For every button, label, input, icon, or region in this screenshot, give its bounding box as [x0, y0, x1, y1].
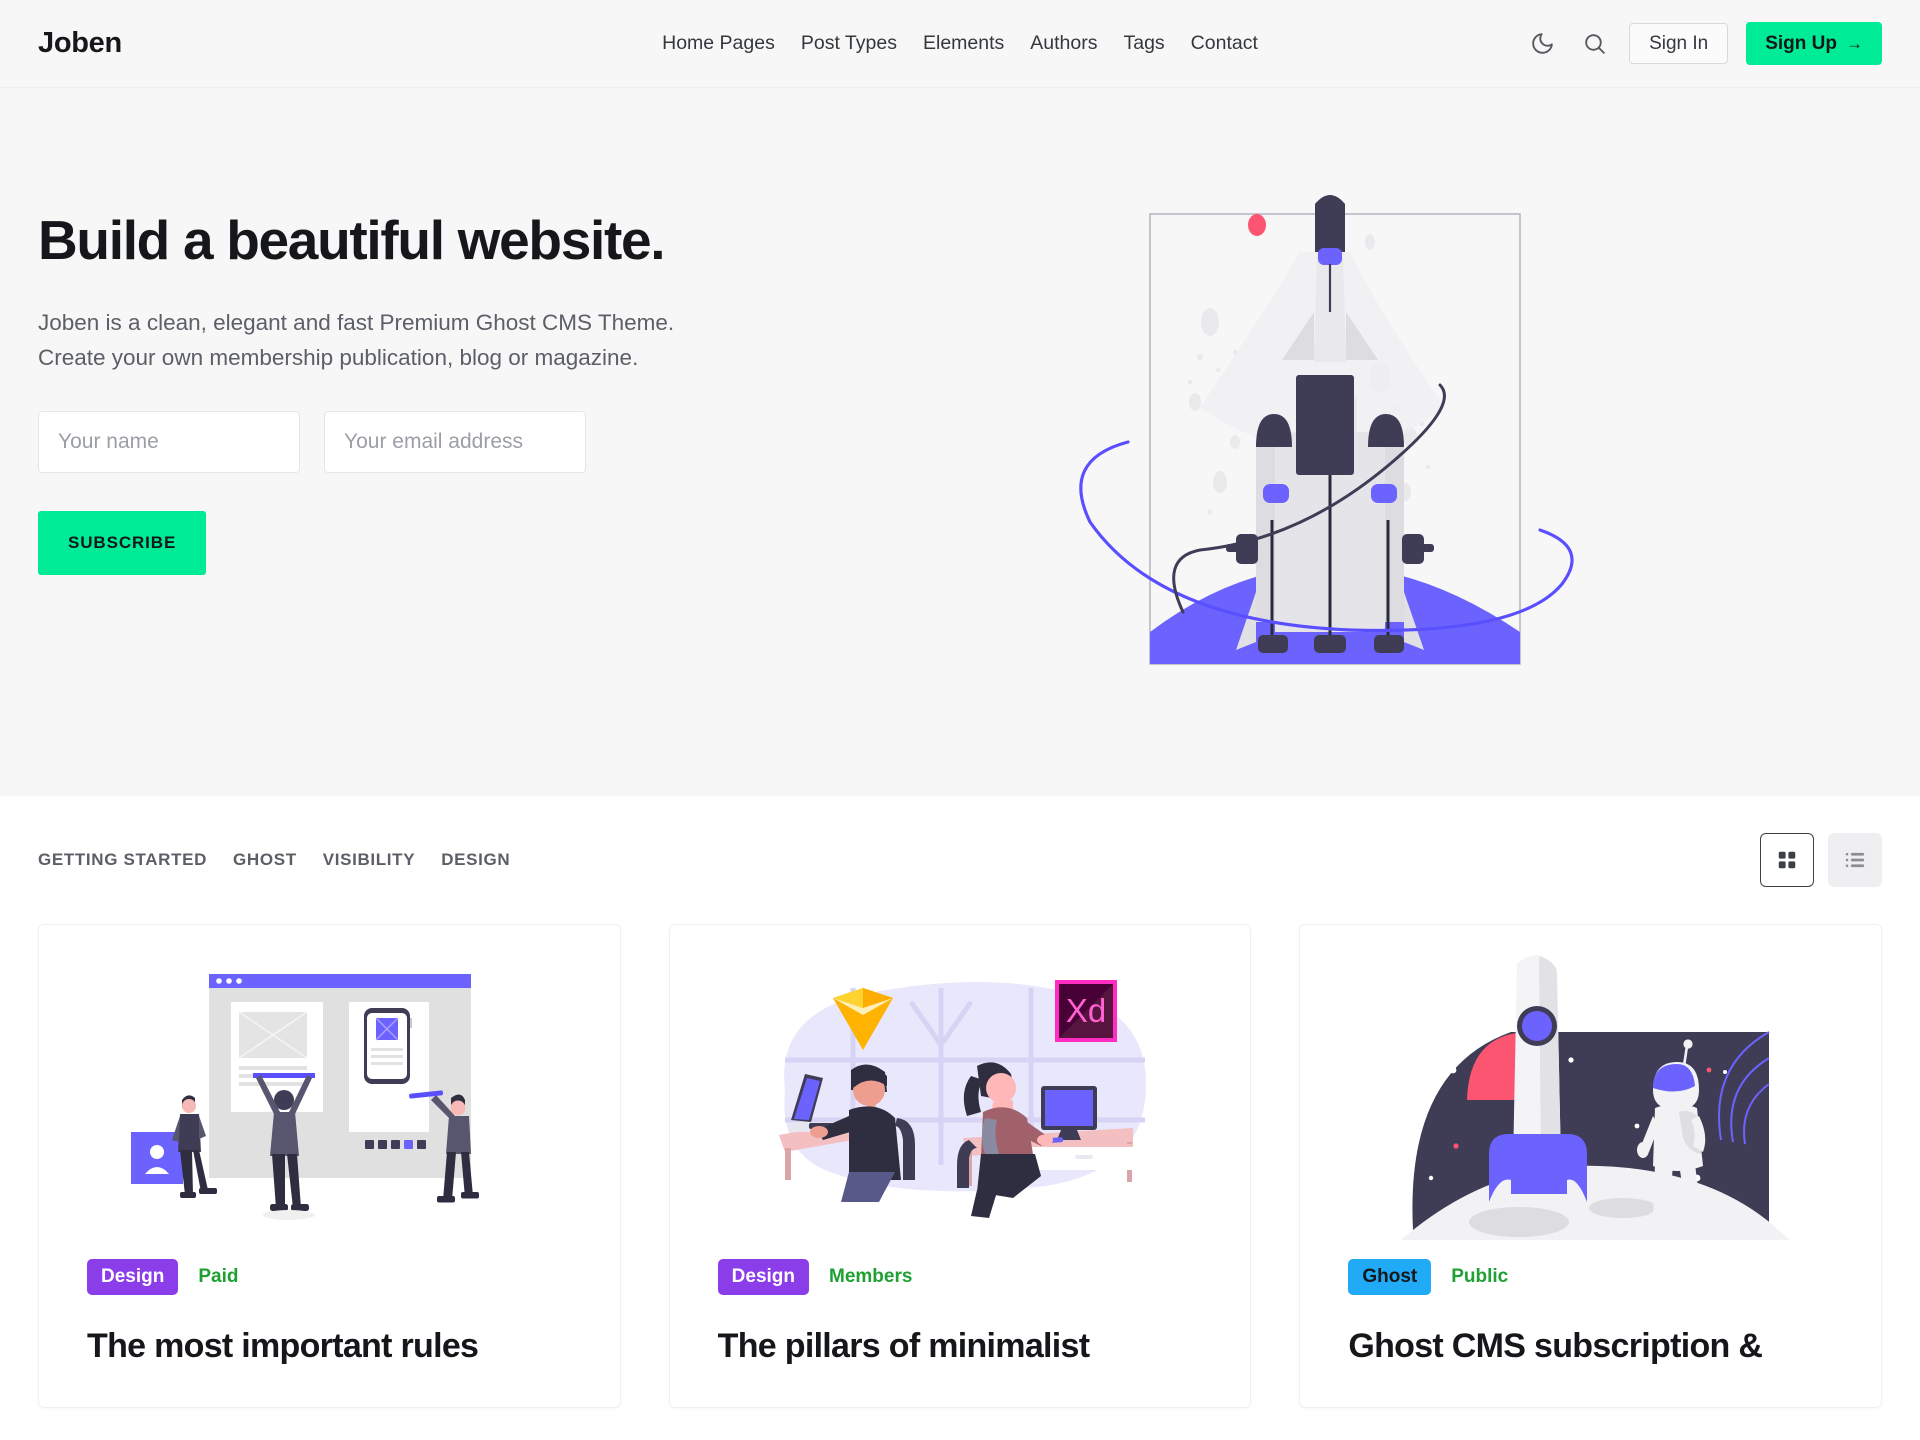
- filter-visibility[interactable]: VISIBILITY: [323, 850, 415, 870]
- site-header: Joben Home Pages Post Types Elements Aut…: [0, 0, 1920, 88]
- svg-text:Xd: Xd: [1066, 992, 1106, 1029]
- main-navigation: Home Pages Post Types Elements Authors T…: [662, 32, 1258, 55]
- site-logo[interactable]: Joben: [38, 27, 122, 60]
- dark-mode-toggle[interactable]: [1525, 27, 1559, 61]
- hero-title: Build a beautiful website.: [38, 209, 666, 272]
- sign-up-label: Sign Up: [1765, 33, 1837, 54]
- moon-icon: [1531, 33, 1553, 54]
- card-illustration: Xd: [669, 925, 1251, 1255]
- astronaut-on-moon-illustration: [1400, 955, 1789, 1240]
- subscribe-form: [38, 410, 738, 473]
- card-illustration: [1300, 925, 1881, 1255]
- card-title[interactable]: The most important rules: [87, 1325, 572, 1368]
- nav-item-post-types[interactable]: Post Types: [801, 32, 897, 55]
- card-visibility-label: Members: [829, 1265, 913, 1287]
- nav-item-tags[interactable]: Tags: [1123, 32, 1164, 55]
- posts-section: GETTING STARTED GHOST VISIBILITY DESIGN: [0, 796, 1920, 1409]
- header-actions: Sign In Sign Up →: [1525, 22, 1882, 65]
- designers-at-desk-illustration: Xd: [778, 980, 1146, 1218]
- hero-illustration: [778, 192, 1882, 692]
- card-tag-badge[interactable]: Ghost: [1348, 1259, 1432, 1295]
- filter-tag-list: GETTING STARTED GHOST VISIBILITY DESIGN: [38, 850, 510, 870]
- rocket-launch-illustration: [1079, 195, 1574, 665]
- hero-copy: Build a beautiful website. Joben is a cl…: [38, 209, 738, 675]
- card-body: Design Paid The most important rules: [39, 1255, 620, 1407]
- post-card[interactable]: Xd Design Members The pillars of minimal…: [668, 924, 1252, 1409]
- card-title[interactable]: The pillars of minimalist: [718, 1325, 1203, 1368]
- nav-item-home-pages[interactable]: Home Pages: [662, 32, 775, 55]
- card-visibility-label: Public: [1451, 1265, 1509, 1287]
- search-button[interactable]: [1577, 27, 1611, 61]
- filter-bar: GETTING STARTED GHOST VISIBILITY DESIGN: [38, 796, 1882, 924]
- sign-up-button[interactable]: Sign Up →: [1746, 22, 1882, 65]
- filter-ghost[interactable]: GHOST: [233, 850, 297, 870]
- nav-item-elements[interactable]: Elements: [923, 32, 1004, 55]
- filter-design[interactable]: DESIGN: [441, 850, 510, 870]
- grid-view-button[interactable]: [1760, 833, 1814, 887]
- sign-in-button[interactable]: Sign In: [1629, 23, 1729, 64]
- post-card-grid: Design Paid The most important rules Xd …: [38, 924, 1882, 1409]
- search-icon: [1584, 34, 1605, 54]
- filter-getting-started[interactable]: GETTING STARTED: [38, 850, 207, 870]
- hero-section: Build a beautiful website. Joben is a cl…: [0, 88, 1920, 796]
- card-body: Design Members The pillars of minimalist: [670, 1255, 1251, 1407]
- view-toggle-group: [1760, 833, 1882, 887]
- post-card[interactable]: Design Paid The most important rules: [38, 924, 621, 1409]
- list-view-icon: [1845, 852, 1865, 868]
- card-tag-row: Ghost Public: [1348, 1259, 1833, 1295]
- arrow-right-icon: →: [1846, 34, 1863, 53]
- subscribe-button[interactable]: SUBSCRIBE: [38, 510, 207, 575]
- post-card[interactable]: Ghost Public Ghost CMS subscription &: [1299, 924, 1882, 1409]
- grid-view-icon: [1778, 851, 1796, 869]
- list-view-button[interactable]: [1828, 833, 1882, 887]
- name-input[interactable]: [38, 410, 300, 473]
- nav-item-contact[interactable]: Contact: [1191, 32, 1258, 55]
- card-body: Ghost Public Ghost CMS subscription &: [1300, 1255, 1881, 1407]
- card-visibility-label: Paid: [198, 1265, 239, 1287]
- email-input[interactable]: [324, 410, 586, 473]
- card-tag-badge[interactable]: Design: [717, 1259, 810, 1295]
- card-tag-row: Design Paid: [87, 1259, 572, 1295]
- hero-subtitle: Joben is a clean, elegant and fast Premi…: [38, 310, 675, 370]
- card-tag-row: Design Members: [717, 1259, 1203, 1295]
- nav-item-authors[interactable]: Authors: [1030, 32, 1097, 55]
- web-design-team-illustration: [131, 974, 480, 1220]
- card-title[interactable]: Ghost CMS subscription &: [1348, 1325, 1833, 1368]
- card-tag-badge[interactable]: Design: [87, 1259, 179, 1295]
- card-illustration: [39, 925, 620, 1255]
